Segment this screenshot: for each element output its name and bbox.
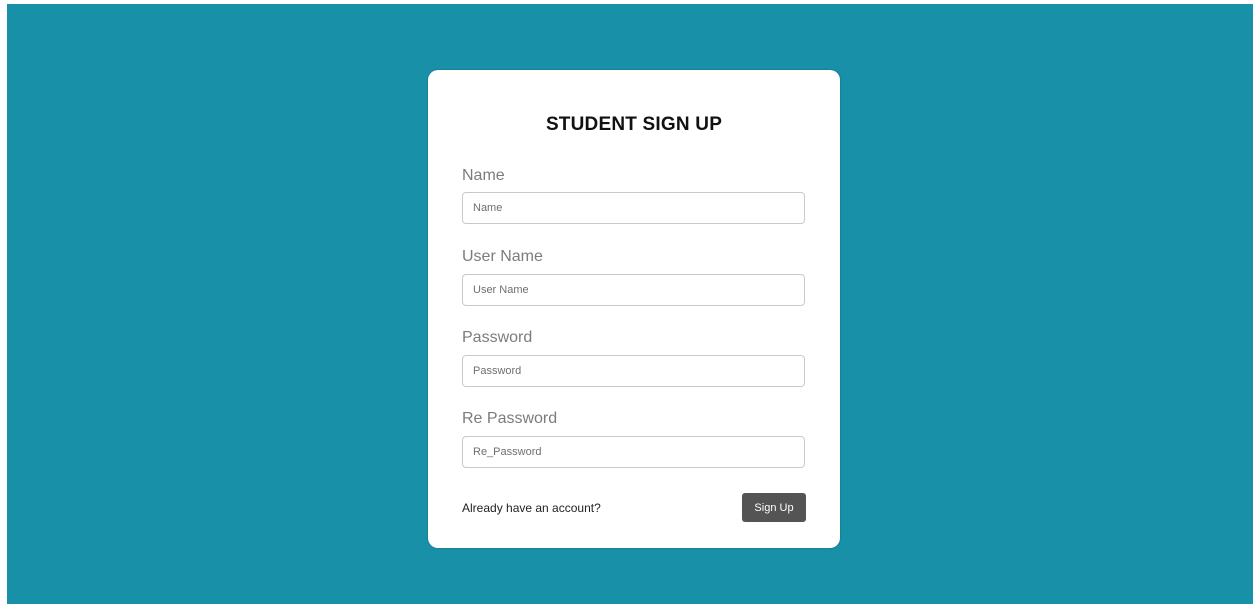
password-input[interactable] [462,355,805,387]
password-label: Password [462,329,533,346]
login-link[interactable]: Already have an account? [462,501,601,515]
form-title: STUDENT SIGN UP [545,114,723,135]
username-label: User Name [462,248,543,265]
signup-card: STUDENT SIGN UP Name User Name Password … [428,70,840,548]
username-input[interactable] [462,274,805,306]
repassword-input[interactable] [462,436,805,468]
name-label: Name [462,167,505,184]
signup-button[interactable]: Sign Up [742,493,806,522]
name-input[interactable] [462,192,805,224]
repassword-label: Re Password [462,410,558,427]
